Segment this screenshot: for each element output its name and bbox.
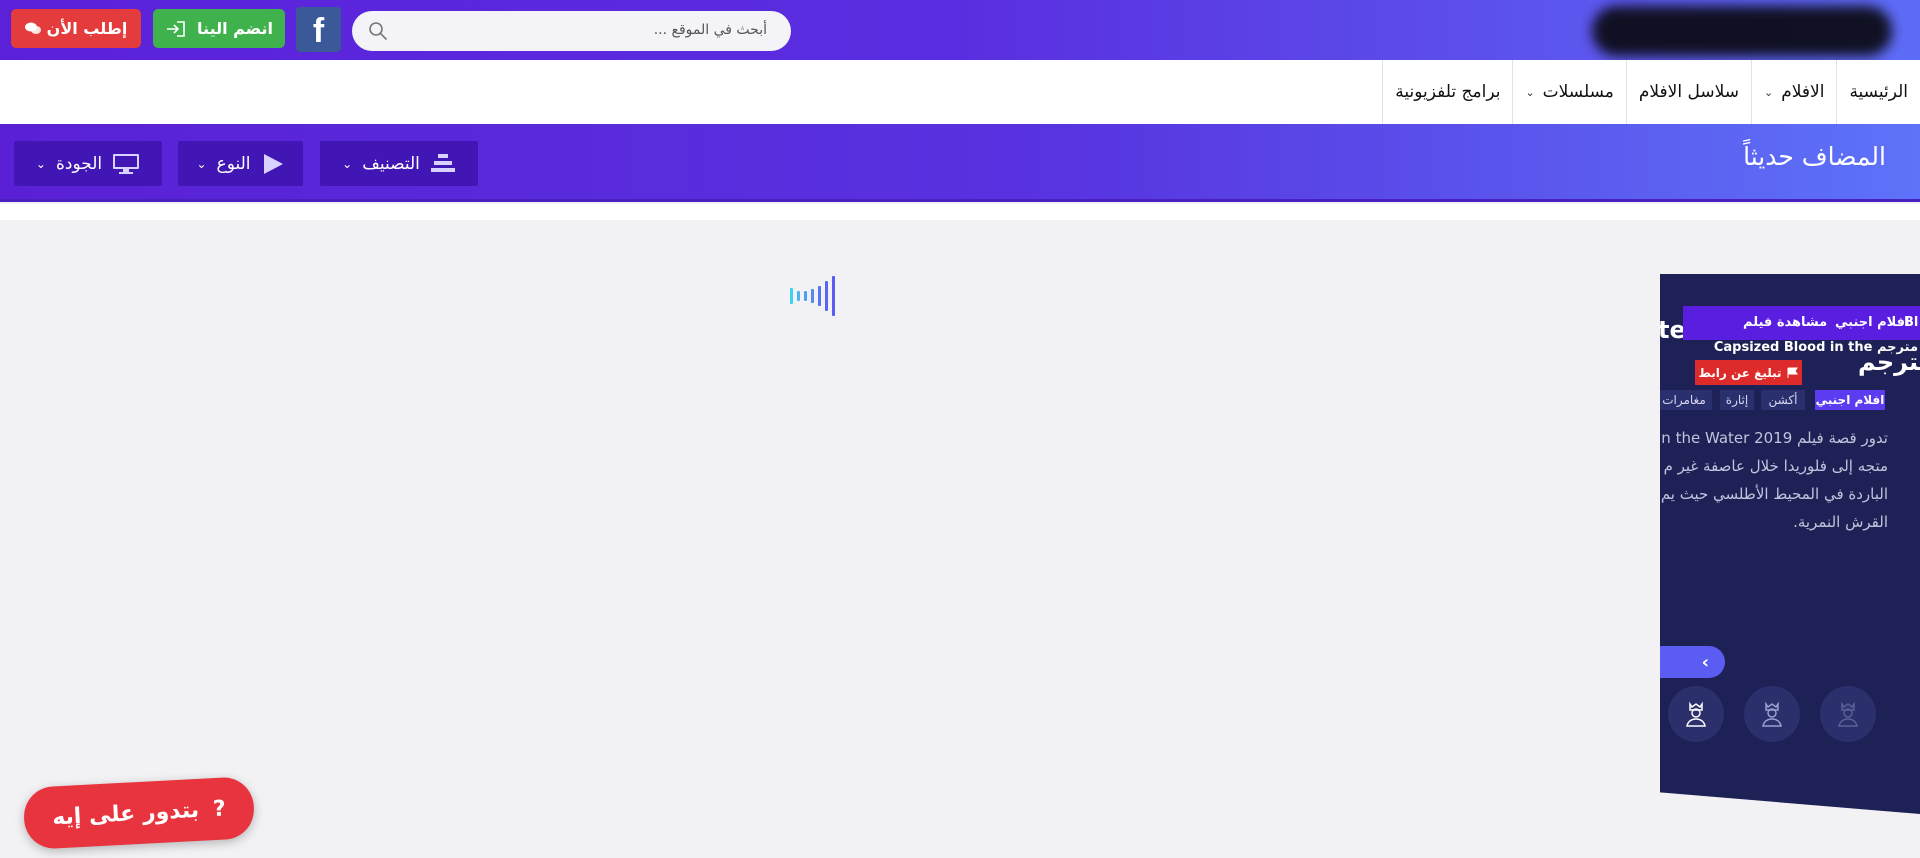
join-label: انضم الينا xyxy=(197,19,273,38)
nav-item-tv-shows[interactable]: برامج تلفزيونية xyxy=(1382,60,1512,124)
order-now-button[interactable]: إطلب الأن xyxy=(11,9,141,48)
help-label: بتدور على إيه xyxy=(51,797,200,831)
slider-category-label: افلام اجنبي xyxy=(1835,315,1910,330)
genre-tag[interactable]: إثارة xyxy=(1720,390,1754,410)
user-icon xyxy=(1686,701,1706,727)
flag-icon xyxy=(1787,367,1798,378)
featured-slider[interactable]: ter مشاهدة فيلم افلام اجنبي Bl Capsized … xyxy=(1660,274,1920,814)
slider-description: تدور قصة فيلم 2019 in the Water متجه إلى… xyxy=(1660,424,1888,536)
chevron-down-icon: ⌄ xyxy=(1525,85,1535,99)
play-icon xyxy=(263,153,283,174)
slider-thumb-avatar[interactable] xyxy=(1668,686,1724,742)
login-icon xyxy=(167,20,185,37)
layers-icon xyxy=(430,153,455,172)
section-title: المضاف حديثاً xyxy=(1743,142,1886,171)
desc-line: القرش النمرية. xyxy=(1793,513,1888,531)
facebook-icon[interactable]: f xyxy=(296,7,341,52)
order-label: إطلب الأن xyxy=(46,19,128,38)
nav-label: سلاسل الافلام xyxy=(1638,82,1739,102)
main-nav: الرئيسية الافلام ⌄ سلاسل الافلام مسلسلات… xyxy=(0,60,1920,124)
content-top-strip xyxy=(0,204,1920,220)
nav-label: برامج تلفزيونية xyxy=(1395,82,1501,102)
top-header: أبحث في الموقع ... f انضم الينا إطلب الأ… xyxy=(0,0,1920,60)
category-filter-button[interactable]: التصنيف ⌄ xyxy=(320,141,478,186)
slider-thumb-avatar[interactable] xyxy=(1820,686,1876,742)
slider-big-word: مترجم xyxy=(1858,348,1920,376)
loading-indicator xyxy=(790,274,835,318)
nav-item-movie-series[interactable]: سلاسل الافلام xyxy=(1625,60,1751,124)
join-button[interactable]: انضم الينا xyxy=(153,9,285,48)
chevron-down-icon: ⌄ xyxy=(196,156,207,171)
chevron-down-icon: ⌄ xyxy=(1764,85,1774,99)
genre-tag[interactable]: مغامرات xyxy=(1660,390,1712,410)
genre-tag[interactable]: افلام اجنبي xyxy=(1815,390,1885,410)
slider-breadcrumb: مشاهدة فيلم افلام اجنبي Bl xyxy=(1683,306,1920,340)
filter-bar: المضاف حديثاً التصنيف ⌄ النوع ⌄ الجودة ⌄ xyxy=(0,124,1920,202)
nav-item-home[interactable]: الرئيسية xyxy=(1836,60,1920,124)
slider-thumb-avatar[interactable] xyxy=(1744,686,1800,742)
slider-cut-label: Bl xyxy=(1904,315,1919,330)
chat-icon xyxy=(24,22,41,34)
desc-line: تدور قصة فيلم 2019 in the Water xyxy=(1660,429,1888,447)
question-icon: ? xyxy=(212,795,227,822)
nav-label: مسلسلات xyxy=(1542,82,1614,102)
category-label: التصنيف xyxy=(362,153,420,174)
chevron-down-icon: ⌄ xyxy=(342,156,353,171)
search-icon[interactable] xyxy=(368,21,388,41)
genre-tag[interactable]: أكشن xyxy=(1761,390,1805,410)
user-icon xyxy=(1838,701,1858,727)
nav-item-series[interactable]: مسلسلات ⌄ xyxy=(1512,60,1625,124)
site-logo[interactable] xyxy=(1592,6,1892,56)
quality-filter-button[interactable]: الجودة ⌄ xyxy=(14,141,162,186)
nav-label: الرئيسية xyxy=(1849,82,1908,102)
slider-prev-button[interactable]: ‹ xyxy=(1660,646,1725,678)
user-icon xyxy=(1762,701,1782,727)
type-filter-button[interactable]: النوع ⌄ xyxy=(178,141,303,186)
desc-line: الباردة في المحيط الأطلسي حيث يم xyxy=(1660,485,1888,503)
search-help-button[interactable]: ? بتدور على إيه xyxy=(22,776,256,850)
monitor-icon xyxy=(113,153,140,174)
nav-label: الافلام xyxy=(1781,82,1825,102)
nav-item-movies[interactable]: الافلام ⌄ xyxy=(1751,60,1836,124)
search-placeholder: أبحث في الموقع ... xyxy=(653,22,767,38)
search-input[interactable]: أبحث في الموقع ... xyxy=(352,11,791,51)
desc-line: متجه إلى فلوريدا خلال عاصفة غير م xyxy=(1663,457,1888,475)
report-label: تبليغ عن رابط xyxy=(1698,365,1782,380)
slider-watch-label: مشاهدة فيلم xyxy=(1743,315,1828,330)
quality-label: الجودة xyxy=(55,153,103,174)
chevron-down-icon: ⌄ xyxy=(35,156,46,171)
report-link-button[interactable]: تبليغ عن رابط xyxy=(1695,360,1802,385)
type-label: النوع xyxy=(216,153,251,174)
